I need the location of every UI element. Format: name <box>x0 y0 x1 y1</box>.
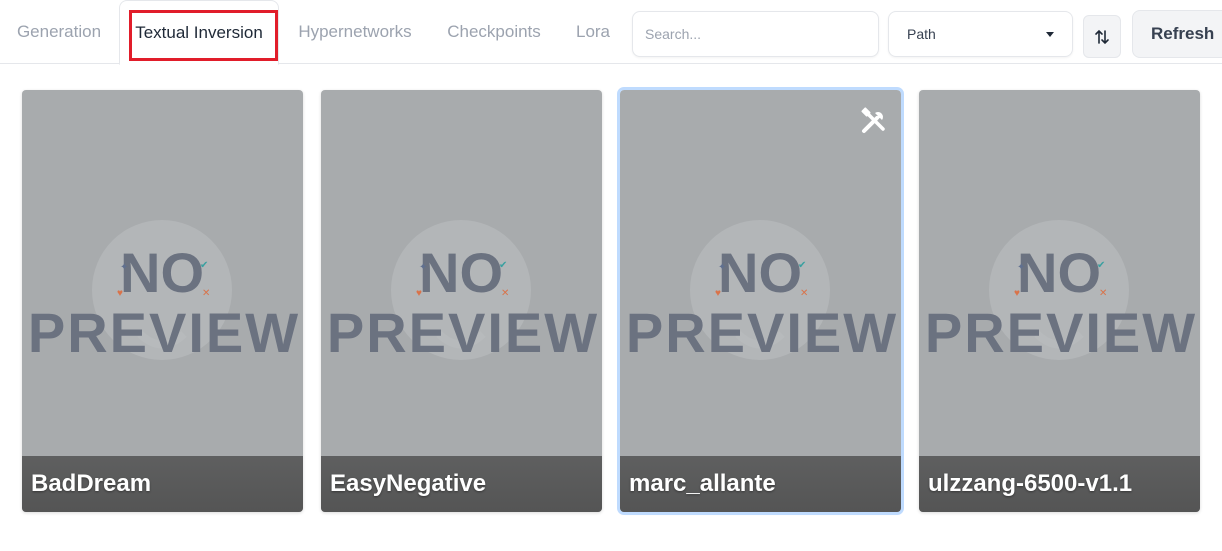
refresh-label: Refresh <box>1151 24 1215 43</box>
card-name: ulzzang-6500-v1.1 <box>928 470 1133 497</box>
tick-decoration-icon: ✔ <box>200 260 208 271</box>
tab-label: Textual Inversion <box>135 22 263 42</box>
model-card[interactable]: NO PREVIEW ✦ ✔ ♥ ✕ ulzzang-6500-v1.1 <box>919 90 1200 512</box>
cross-decoration-icon: ✕ <box>1099 288 1107 299</box>
sort-select[interactable]: Path <box>888 11 1073 57</box>
tab-label: Checkpoints <box>447 22 541 41</box>
no-preview-line2: PREVIEW <box>327 301 599 364</box>
tick-decoration-icon: ✔ <box>499 260 507 271</box>
no-preview-line1: NO <box>419 241 503 304</box>
card-label-bar: EasyNegative <box>321 456 602 512</box>
card-name: marc_allante <box>629 470 776 497</box>
heart-decoration-icon: ♥ <box>715 288 721 299</box>
no-preview-line1: NO <box>1017 241 1101 304</box>
tab-label: Lora <box>575 22 611 41</box>
heart-decoration-icon: ♥ <box>416 288 422 299</box>
no-preview-image: NO PREVIEW ✦ ✔ ♥ ✕ <box>327 220 599 364</box>
star-decoration-icon: ✦ <box>419 262 427 273</box>
sort-select-value: Path <box>907 26 936 42</box>
no-preview-line2: PREVIEW <box>925 301 1197 364</box>
tick-decoration-icon: ✔ <box>1097 260 1105 271</box>
top-toolbar: Generation Textual Inversion Hypernetwor… <box>0 0 1222 65</box>
no-preview-line1: NO <box>120 241 204 304</box>
model-card[interactable]: NO PREVIEW ✦ ✔ ♥ ✕ marc_allante <box>617 87 904 515</box>
no-preview-line1: NO <box>718 241 802 304</box>
tab-hypernetworks[interactable]: Hypernetworks <box>284 0 426 64</box>
no-preview-image: NO PREVIEW ✦ ✔ ♥ ✕ <box>626 220 898 364</box>
cross-decoration-icon: ✕ <box>202 288 210 299</box>
star-decoration-icon: ✦ <box>1017 262 1025 273</box>
no-preview-line2: PREVIEW <box>28 301 300 364</box>
card-name: EasyNegative <box>330 470 487 497</box>
refresh-button[interactable]: Refresh <box>1132 10 1222 58</box>
cross-decoration-icon: ✕ <box>501 288 509 299</box>
tab-textual-inversion[interactable]: Textual Inversion <box>119 0 279 65</box>
tools-icon[interactable] <box>859 106 889 136</box>
tab-label: Generation <box>16 22 102 41</box>
cross-decoration-icon: ✕ <box>800 288 808 299</box>
no-preview-line2: PREVIEW <box>626 301 898 364</box>
search-input[interactable] <box>632 11 879 57</box>
tab-label: Hypernetworks <box>298 22 412 41</box>
card-name: BadDream <box>31 470 152 497</box>
no-preview-image: NO PREVIEW ✦ ✔ ♥ ✕ <box>28 220 300 364</box>
card-label-bar: BadDream <box>22 456 303 512</box>
heart-decoration-icon: ♥ <box>117 288 123 299</box>
tick-decoration-icon: ✔ <box>798 260 806 271</box>
card-label-bar: ulzzang-6500-v1.1 <box>919 456 1200 512</box>
model-card[interactable]: NO PREVIEW ✦ ✔ ♥ ✕ EasyNegative <box>321 90 602 512</box>
sort-direction-button[interactable] <box>1083 15 1121 58</box>
chevron-down-icon <box>1046 31 1054 37</box>
star-decoration-icon: ✦ <box>718 262 726 273</box>
star-decoration-icon: ✦ <box>120 262 128 273</box>
sort-arrows-icon <box>1095 29 1109 44</box>
heart-decoration-icon: ♥ <box>1014 288 1020 299</box>
tab-checkpoints[interactable]: Checkpoints <box>434 0 554 64</box>
card-label-bar: marc_allante <box>620 456 901 512</box>
tab-generation[interactable]: Generation <box>0 0 118 64</box>
model-card[interactable]: NO PREVIEW ✦ ✔ ♥ ✕ BadDream <box>22 90 303 512</box>
no-preview-image: NO PREVIEW ✦ ✔ ♥ ✕ <box>925 220 1197 364</box>
tab-lora[interactable]: Lora <box>565 0 621 64</box>
